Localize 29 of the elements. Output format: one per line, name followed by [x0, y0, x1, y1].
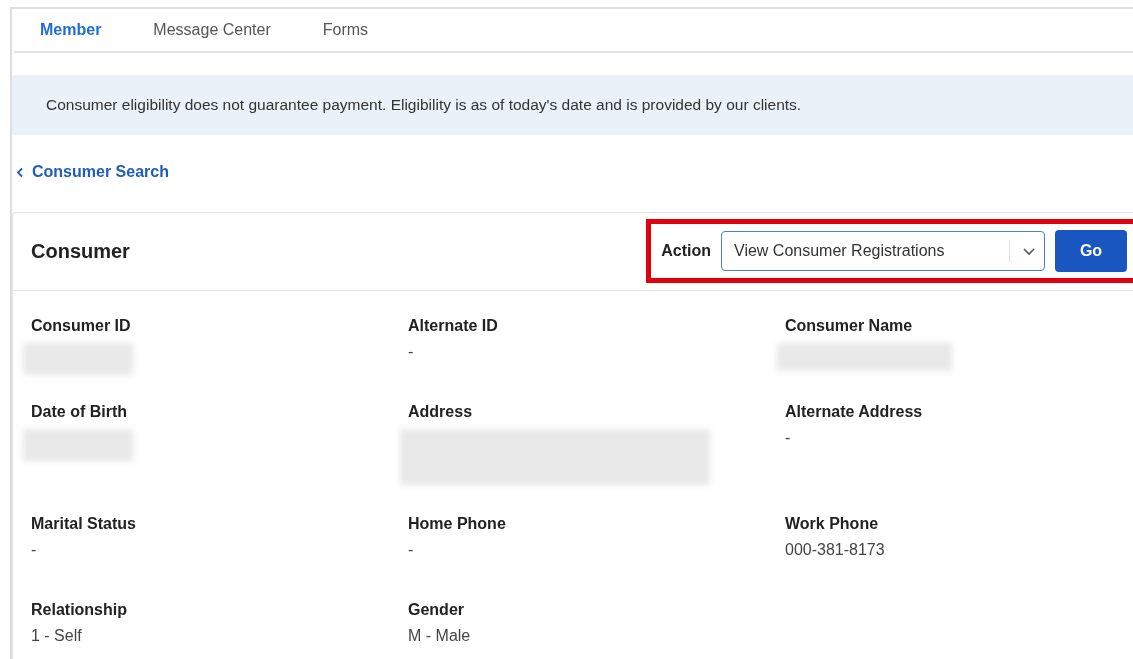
tab[interactable]: Member [40, 21, 102, 39]
field-label: Consumer Name [785, 316, 914, 335]
field-value: - [408, 540, 415, 559]
field-label: Alternate Address [785, 402, 924, 421]
notice-text: Consumer eligibility does not guarantee payment. Eligibility is as of today's date and is provided by our clients. [46, 96, 802, 114]
action-label: Action [661, 242, 711, 260]
chevron-left-icon [16, 166, 24, 178]
field-label: Home Phone [408, 514, 507, 533]
chevron-down-icon [1022, 246, 1036, 256]
tab[interactable]: Forms [322, 21, 369, 39]
back-link[interactable]: Consumer Search [16, 163, 169, 181]
field-label: Consumer ID [31, 316, 132, 335]
field-value: - [785, 428, 792, 447]
field-value: - [31, 540, 38, 559]
field-label: Gender [408, 600, 465, 619]
field-value: M - Male [408, 626, 472, 645]
field-label: Relationship [31, 600, 128, 619]
go-button[interactable]: Go [1055, 230, 1127, 272]
field-value: 1 - Self [31, 626, 83, 645]
tab[interactable]: Message Center [153, 21, 271, 39]
field-label: Date of Birth [31, 402, 128, 421]
field-label: Work Phone [785, 514, 880, 533]
field-label: Alternate ID [408, 316, 499, 335]
field-value: 000-381-8173 [785, 540, 886, 559]
field-value: - [408, 342, 415, 361]
action-select[interactable]: View Consumer Registrations [721, 231, 1045, 271]
field-label: Address [408, 402, 474, 421]
field-label: Marital Status [31, 514, 137, 533]
card-title: Consumer [31, 239, 130, 263]
